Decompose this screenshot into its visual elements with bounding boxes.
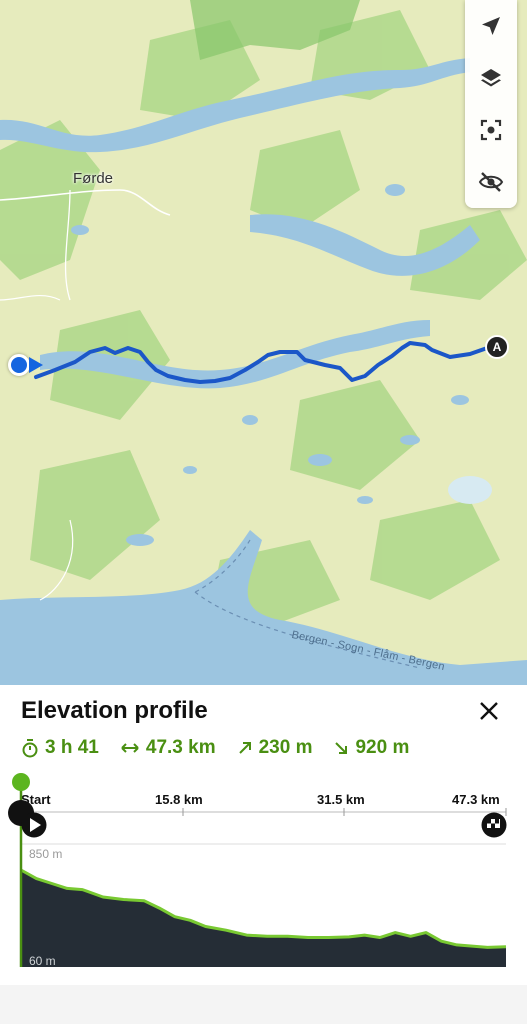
center-map-button[interactable] [465, 104, 517, 156]
stat-distance: 47.3 km [121, 737, 216, 759]
start-marker-a[interactable]: A [485, 335, 509, 359]
ascent-value: 230 m [258, 737, 313, 758]
route-line [34, 341, 492, 384]
y-tick-max: 850 m [29, 847, 62, 861]
stopwatch-icon [22, 739, 38, 758]
position-handle [12, 773, 30, 791]
stat-duration: 3 h 41 [22, 737, 99, 759]
distance-value: 47.3 km [145, 737, 216, 758]
focus-center-icon [480, 119, 502, 141]
elevation-chart[interactable]: 850 m 60 m [0, 770, 527, 985]
current-location-dot[interactable] [8, 354, 30, 376]
route-stats: 3 h 41 47.3 km 230 m 920 m [22, 737, 431, 759]
eye-off-icon [478, 172, 504, 192]
layers-button[interactable] [465, 52, 517, 104]
map-controls [465, 0, 517, 208]
close-icon [480, 702, 498, 720]
bottom-strip [0, 985, 527, 1024]
layers-icon [481, 69, 501, 87]
distance-arrows-icon [121, 743, 139, 753]
descent-value: 920 m [355, 737, 410, 758]
start-flag-icon [8, 800, 47, 838]
elevation-area [21, 870, 506, 967]
y-tick-min: 60 m [29, 954, 56, 968]
duration-value: 3 h 41 [45, 737, 99, 758]
close-button[interactable] [475, 697, 503, 725]
panel-title: Elevation profile [21, 697, 208, 724]
ascent-arrow-icon [238, 742, 251, 754]
navigate-button[interactable] [465, 0, 517, 52]
location-heading-icon [29, 357, 43, 373]
descent-arrow-icon [335, 742, 348, 754]
finish-flag-icon [481, 812, 507, 838]
map-view[interactable]: Førde Bergen - Sogn - Flåm - Bergen A [0, 0, 527, 685]
stat-descent: 920 m [334, 737, 409, 759]
stat-ascent: 230 m [238, 737, 313, 759]
elevation-profile-panel: Elevation profile 3 h 41 47.3 km 230 m 9… [0, 685, 527, 1024]
hide-button[interactable] [465, 156, 517, 208]
navigate-arrow-icon [482, 17, 500, 35]
